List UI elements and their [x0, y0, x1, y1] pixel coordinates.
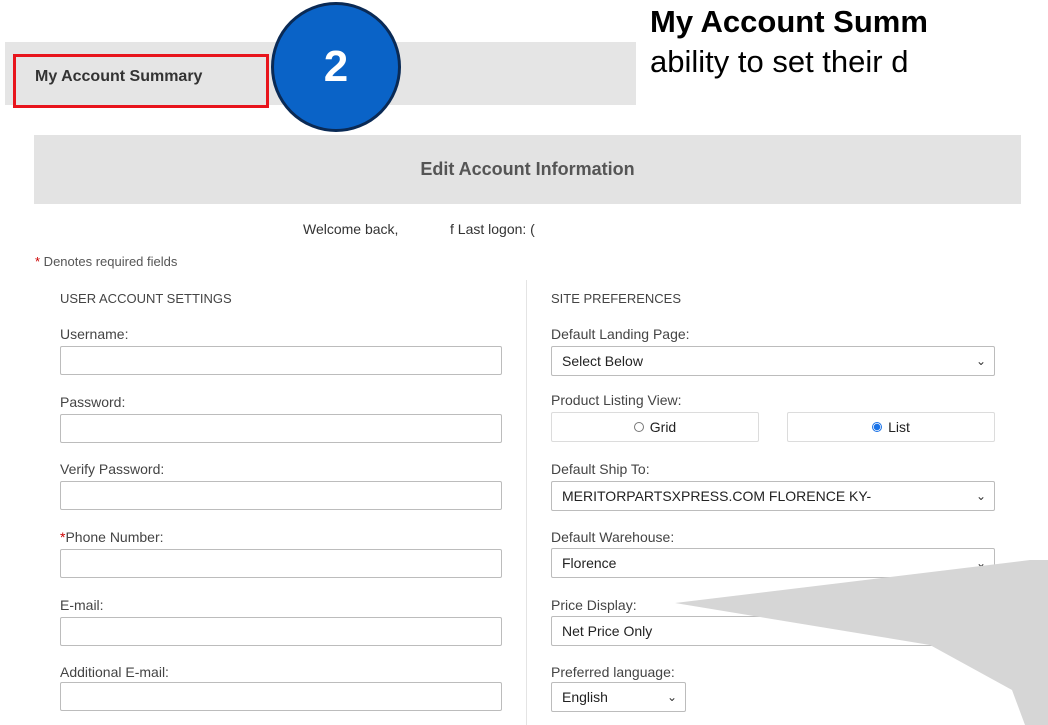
verify-password-input[interactable]	[60, 481, 502, 510]
column-divider	[526, 280, 527, 725]
tab-highlight-box	[13, 54, 269, 108]
landing-page-value: Select Below	[562, 353, 643, 369]
headline-bold: My Account Summ	[650, 4, 928, 39]
headline-line2: ability to set their d	[650, 44, 909, 79]
email-input[interactable]	[60, 617, 502, 646]
warehouse-value: Florence	[562, 555, 617, 571]
grid-label: Grid	[649, 419, 677, 435]
grid-radio-icon[interactable]	[633, 422, 644, 432]
list-view-option[interactable]: List	[787, 412, 995, 442]
listing-view-label: Product Listing View:	[551, 392, 682, 408]
chevron-down-icon: ⌄	[975, 624, 986, 638]
email-label: E-mail:	[60, 597, 104, 613]
chevron-down-icon: ⌄	[975, 489, 986, 503]
ship-to-select[interactable]: MERITORPARTSXPRESS.COM FLORENCE KY- ⌄	[551, 481, 995, 511]
chevron-down-icon: ⌄	[666, 690, 677, 704]
verify-password-label: Verify Password:	[60, 461, 165, 477]
password-label: Password:	[60, 394, 126, 410]
additional-email-label: Additional E-mail:	[60, 664, 169, 680]
last-logon-text: f Last logon: (	[450, 221, 535, 237]
landing-page-label: Default Landing Page:	[551, 326, 690, 342]
required-fields-note: * Denotes required fields	[35, 254, 177, 269]
language-label: Preferred language:	[551, 664, 675, 680]
list-label: List	[888, 419, 910, 435]
ship-to-label: Default Ship To:	[551, 461, 650, 477]
additional-email-input[interactable]	[60, 682, 502, 711]
password-input[interactable]	[60, 414, 502, 443]
price-display-label: Price Display:	[551, 597, 637, 613]
chevron-down-icon: ⌄	[975, 556, 986, 570]
welcome-text: Welcome back,	[303, 221, 399, 237]
grid-view-option[interactable]: Grid	[551, 412, 759, 442]
user-settings-header: USER ACCOUNT SETTINGS	[60, 291, 232, 306]
annotation-headline: My Account Summ ability to set their d	[650, 2, 1048, 102]
list-radio-icon[interactable]	[872, 422, 883, 432]
landing-page-select[interactable]: Select Below ⌄	[551, 346, 995, 376]
phone-label-text: Phone Number:	[65, 529, 164, 545]
price-display-value: Net Price Only	[562, 623, 653, 639]
edit-account-title: Edit Account Information	[34, 135, 1021, 204]
username-input[interactable]	[60, 346, 502, 375]
chevron-down-icon: ⌄	[975, 354, 986, 368]
username-label: Username:	[60, 326, 129, 342]
warehouse-select[interactable]: Florence ⌄	[551, 548, 995, 578]
language-value: English	[562, 689, 608, 705]
language-select[interactable]: English ⌄	[551, 682, 686, 712]
step-number-badge: 2	[271, 2, 401, 132]
warehouse-label: Default Warehouse:	[551, 529, 675, 545]
required-note-text: Denotes required fields	[40, 254, 178, 269]
site-prefs-header: SITE PREFERENCES	[551, 291, 682, 306]
ship-to-value: MERITORPARTSXPRESS.COM FLORENCE KY-	[562, 488, 872, 504]
phone-input[interactable]	[60, 549, 502, 578]
phone-label: *Phone Number:	[60, 529, 164, 545]
price-display-select[interactable]: Net Price Only ⌄	[551, 616, 995, 646]
